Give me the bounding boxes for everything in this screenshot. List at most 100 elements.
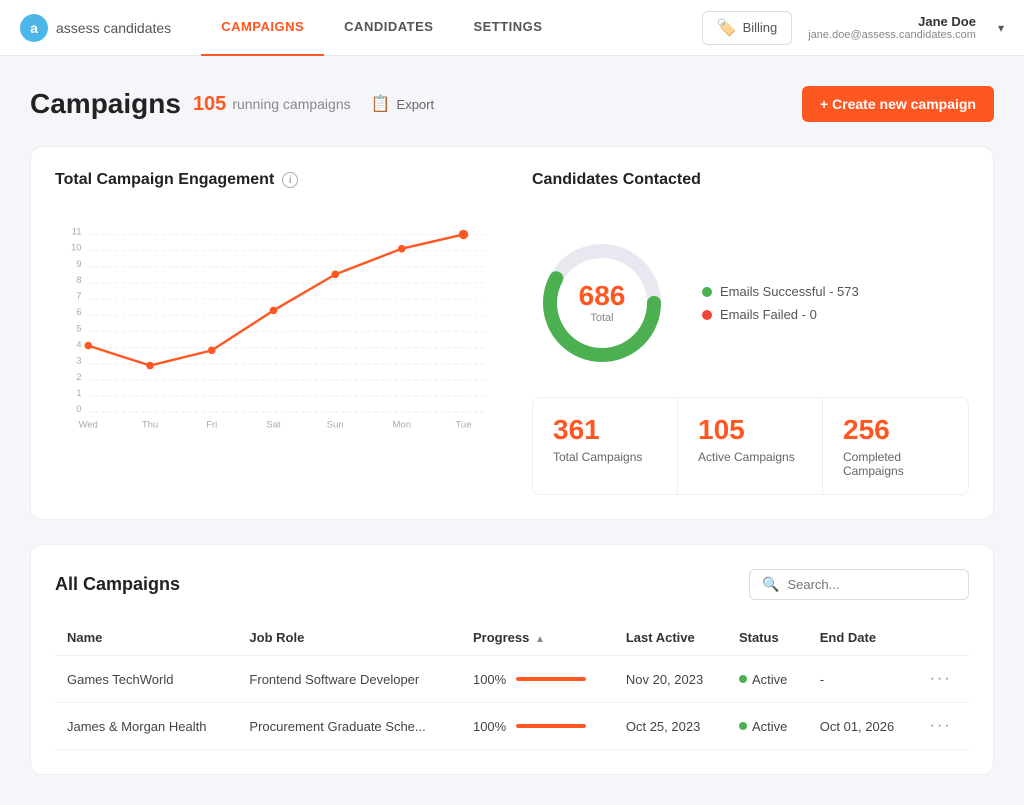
user-email: jane.doe@assess.candidates.com bbox=[808, 29, 976, 41]
nav-candidates[interactable]: CANDIDATES bbox=[324, 0, 453, 56]
more-icon[interactable]: ··· bbox=[930, 717, 952, 734]
success-dot bbox=[702, 287, 712, 297]
nav-campaigns[interactable]: CAMPAIGNS bbox=[201, 0, 324, 56]
user-info: Jane Doe jane.doe@assess.candidates.com bbox=[808, 14, 976, 41]
svg-text:1: 1 bbox=[76, 388, 81, 399]
donut-chart: 686 Total bbox=[532, 233, 672, 373]
legend: Emails Successful - 573 Emails Failed - … bbox=[702, 284, 859, 322]
svg-text:5: 5 bbox=[76, 323, 81, 334]
engagement-grid: Total Campaign Engagement i 0 1 2 3 4 5 … bbox=[55, 171, 969, 495]
col-job-role: Job Role bbox=[237, 620, 461, 656]
donut-label: Total bbox=[579, 312, 626, 324]
row-name: Games TechWorld bbox=[55, 656, 237, 703]
row-last-active: Nov 20, 2023 bbox=[614, 656, 727, 703]
chart-section: Total Campaign Engagement i 0 1 2 3 4 5 … bbox=[55, 171, 492, 495]
svg-text:Sun: Sun bbox=[327, 419, 344, 429]
stats-row: 361 Total Campaigns 105 Active Campaigns… bbox=[532, 397, 969, 495]
svg-text:Mon: Mon bbox=[393, 419, 411, 429]
chevron-down-icon[interactable]: ▾ bbox=[998, 21, 1004, 35]
legend-item-success: Emails Successful - 573 bbox=[702, 284, 859, 299]
row-status: Active bbox=[727, 703, 808, 750]
search-icon: 🔍 bbox=[762, 576, 779, 593]
create-campaign-button[interactable]: + Create new campaign bbox=[802, 86, 994, 122]
billing-label: Billing bbox=[743, 20, 778, 35]
stat-active-number: 105 bbox=[698, 414, 802, 446]
stat-total-campaigns: 361 Total Campaigns bbox=[533, 398, 678, 494]
export-button[interactable]: 📋 Export bbox=[371, 94, 435, 114]
logo-icon bbox=[20, 14, 48, 42]
row-status: Active bbox=[727, 656, 808, 703]
legend-item-failed: Emails Failed - 0 bbox=[702, 307, 859, 322]
svg-text:9: 9 bbox=[76, 259, 81, 270]
table-row: James & Morgan Health Procurement Gradua… bbox=[55, 703, 969, 750]
row-progress: 100% bbox=[461, 656, 614, 703]
status-label: Active bbox=[752, 719, 787, 734]
row-last-active: Oct 25, 2023 bbox=[614, 703, 727, 750]
table-title: All Campaigns bbox=[55, 574, 180, 595]
table-head: Name Job Role Progress ▲ Last Active Sta… bbox=[55, 620, 969, 656]
table-header: All Campaigns 🔍 bbox=[55, 569, 969, 600]
row-more[interactable]: ··· bbox=[918, 656, 969, 703]
stat-active-label: Active Campaigns bbox=[698, 450, 802, 464]
export-icon: 📋 bbox=[371, 94, 391, 114]
header-right: 🏷️ Billing Jane Doe jane.doe@assess.cand… bbox=[702, 11, 1004, 45]
svg-text:11: 11 bbox=[72, 226, 82, 237]
table-body: Games TechWorld Frontend Software Develo… bbox=[55, 656, 969, 750]
nav-settings[interactable]: SETTINGS bbox=[453, 0, 562, 56]
stat-completed-label: Completed Campaigns bbox=[843, 450, 948, 478]
col-progress[interactable]: Progress ▲ bbox=[461, 620, 614, 656]
svg-text:4: 4 bbox=[76, 340, 81, 351]
row-end-date: - bbox=[808, 656, 918, 703]
engagement-title: Total Campaign Engagement i bbox=[55, 171, 492, 189]
candidates-section: Candidates Contacted 686 Tota bbox=[532, 171, 969, 495]
col-actions bbox=[918, 620, 969, 656]
donut-center: 686 Total bbox=[579, 282, 626, 324]
info-icon[interactable]: i bbox=[282, 172, 298, 188]
billing-icon: 🏷️ bbox=[717, 18, 737, 38]
row-end-date: Oct 01, 2026 bbox=[808, 703, 918, 750]
stat-completed-number: 256 bbox=[843, 414, 948, 446]
status-dot-icon bbox=[739, 675, 747, 683]
status-dot-icon bbox=[739, 722, 747, 730]
progress-bar bbox=[516, 724, 586, 728]
col-end-date: End Date bbox=[808, 620, 918, 656]
status-label: Active bbox=[752, 672, 787, 687]
header: assess candidates CAMPAIGNS CANDIDATES S… bbox=[0, 0, 1024, 56]
donut-number: 686 bbox=[579, 282, 626, 310]
page-title-bar: Campaigns 105 running campaigns 📋 Export… bbox=[30, 86, 994, 122]
row-progress: 100% bbox=[461, 703, 614, 750]
progress-fill bbox=[516, 677, 586, 681]
col-name: Name bbox=[55, 620, 237, 656]
svg-text:2: 2 bbox=[76, 372, 81, 383]
svg-text:7: 7 bbox=[76, 291, 81, 302]
export-label: Export bbox=[397, 97, 435, 112]
svg-text:10: 10 bbox=[71, 243, 82, 254]
row-job-role: Frontend Software Developer bbox=[237, 656, 461, 703]
progress-bar bbox=[516, 677, 586, 681]
donut-row: 686 Total Emails Successful - 573 Emails… bbox=[532, 233, 969, 373]
failed-dot bbox=[702, 310, 712, 320]
more-icon[interactable]: ··· bbox=[930, 670, 952, 687]
running-label: running campaigns bbox=[232, 96, 350, 112]
search-input[interactable] bbox=[787, 577, 956, 592]
candidates-title: Candidates Contacted bbox=[532, 171, 969, 189]
running-count: 105 bbox=[193, 93, 226, 116]
svg-text:6: 6 bbox=[76, 307, 81, 318]
engagement-chart: 0 1 2 3 4 5 6 7 8 9 10 11 bbox=[55, 209, 492, 429]
page-title: Campaigns bbox=[30, 88, 181, 120]
main-nav: CAMPAIGNS CANDIDATES SETTINGS bbox=[201, 0, 701, 56]
logo: assess candidates bbox=[20, 14, 171, 42]
row-more[interactable]: ··· bbox=[918, 703, 969, 750]
stat-total-label: Total Campaigns bbox=[553, 450, 657, 464]
campaigns-table-card: All Campaigns 🔍 Name Job Role Progress ▲… bbox=[30, 544, 994, 775]
search-box[interactable]: 🔍 bbox=[749, 569, 969, 600]
campaigns-table: Name Job Role Progress ▲ Last Active Sta… bbox=[55, 620, 969, 750]
svg-text:8: 8 bbox=[76, 275, 81, 286]
chart-container: 0 1 2 3 4 5 6 7 8 9 10 11 bbox=[55, 209, 492, 429]
legend-success-label: Emails Successful - 573 bbox=[720, 284, 859, 299]
svg-text:Tue: Tue bbox=[455, 419, 471, 429]
billing-button[interactable]: 🏷️ Billing bbox=[702, 11, 793, 45]
svg-text:Fri: Fri bbox=[206, 419, 217, 429]
progress-fill bbox=[516, 724, 586, 728]
logo-text: assess candidates bbox=[56, 20, 171, 36]
